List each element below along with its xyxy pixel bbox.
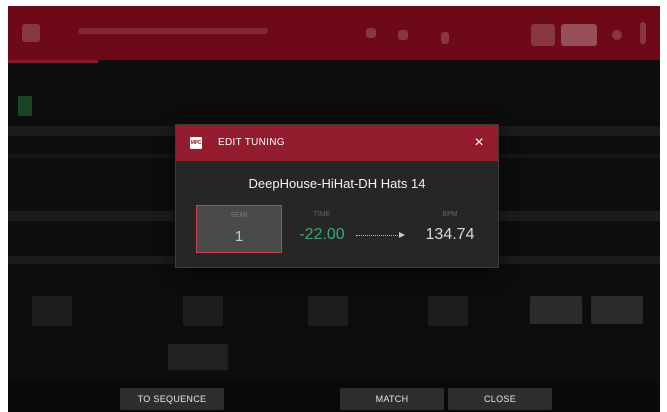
dialog-header: MPC EDIT TUNING × (176, 125, 498, 161)
semi-field[interactable]: SEMI 1 (196, 205, 282, 253)
active-tab-indicator (8, 60, 98, 63)
wrench-icon[interactable] (561, 24, 597, 46)
bottom-bar: TO SEQUENCE MATCH CLOSE (8, 382, 660, 412)
close-button[interactable]: CLOSE (448, 388, 552, 410)
sample-name: DeepHouse-HiHat-DH Hats 14 (248, 176, 426, 191)
top-bar (8, 6, 660, 60)
bpm-label: BPM (442, 211, 458, 218)
arrow-right-icon (399, 232, 405, 238)
param-field[interactable] (168, 344, 228, 370)
time-label: TIME (313, 211, 331, 218)
edit-tuning-dialog: MPC EDIT TUNING × DeepHouse-HiHat-DH Hat… (175, 124, 499, 268)
semi-label: SEMI (230, 212, 248, 219)
semi-value: 1 (234, 228, 244, 245)
side-button[interactable] (591, 296, 643, 324)
param-knob[interactable] (428, 296, 468, 326)
side-button[interactable] (530, 296, 582, 324)
edit-icon[interactable] (366, 28, 376, 38)
time-value[interactable]: -22.00 (294, 226, 350, 244)
settings-icon[interactable] (612, 30, 622, 40)
param-knob[interactable] (183, 296, 223, 326)
track-title-placeholder[interactable] (78, 28, 268, 34)
close-icon[interactable]: × (469, 133, 489, 153)
menu-icon[interactable] (22, 24, 40, 42)
dialog-title: EDIT TUNING (218, 137, 285, 148)
save-icon[interactable] (441, 32, 449, 44)
param-knob[interactable] (32, 296, 72, 326)
mpc-logo-icon: MPC (190, 137, 202, 149)
status-icon (640, 22, 646, 44)
param-knob[interactable] (308, 296, 348, 326)
arrow-line (356, 235, 400, 236)
match-button[interactable]: MATCH (340, 388, 444, 410)
to-sequence-button[interactable]: TO SEQUENCE (120, 388, 224, 410)
star-icon[interactable] (398, 30, 408, 40)
bpm-value[interactable]: 134.74 (418, 226, 482, 244)
grid-icon[interactable] (531, 24, 555, 46)
track-indicator (18, 96, 32, 116)
